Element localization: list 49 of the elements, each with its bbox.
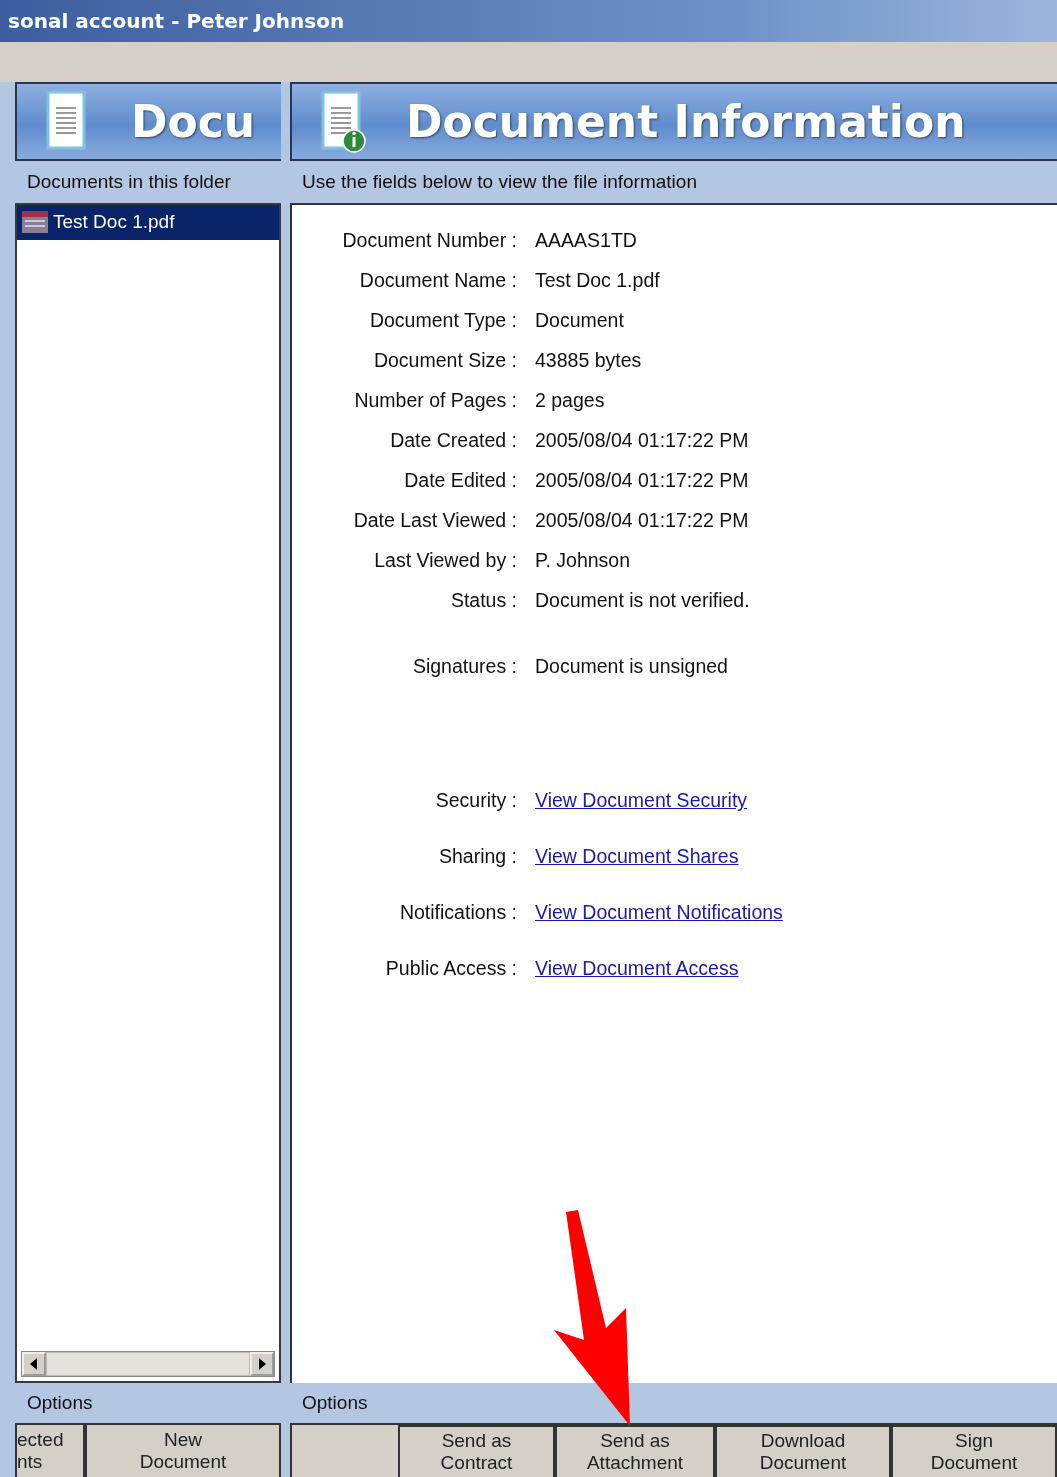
field-label: Security : xyxy=(434,788,517,814)
field-value: Document is not verified. xyxy=(535,589,750,612)
option-button[interactable]: New Document xyxy=(85,1423,281,1477)
option-button[interactable]: Download Document xyxy=(715,1425,891,1477)
field-label: Document Name : xyxy=(358,268,517,294)
option-button[interactable]: Sign Document xyxy=(891,1425,1057,1477)
document-info-icon xyxy=(320,90,366,153)
field-link[interactable]: View Document Notifications xyxy=(535,901,783,924)
field-label: Date Edited : xyxy=(403,468,517,494)
field-label: Signatures : xyxy=(411,654,517,680)
field-value: 43885 bytes xyxy=(535,349,642,372)
field-value: 2005/08/04 01:17:22 PM xyxy=(535,509,749,532)
panel-caption: Use the fields below to view the file information xyxy=(302,169,697,194)
field-label: Date Last Viewed : xyxy=(352,508,517,534)
field-label: Last Viewed by : xyxy=(373,548,517,574)
field-label: Date Created : xyxy=(389,428,517,454)
field-value: 2 pages xyxy=(535,389,605,412)
scroll-left-icon[interactable] xyxy=(29,1358,39,1370)
header-title: Docu xyxy=(131,94,256,149)
options-label: Options xyxy=(27,1390,93,1415)
file-icon xyxy=(21,210,49,235)
panel-caption: Documents in this folder xyxy=(27,169,231,194)
option-button[interactable]: Send as Contract xyxy=(398,1425,555,1477)
field-label: Notifications : xyxy=(398,900,517,926)
field-label: Document Size : xyxy=(372,348,517,374)
field-value: Test Doc 1.pdf xyxy=(535,269,660,292)
field-label: Status : xyxy=(449,588,517,614)
field-value: Document is unsigned xyxy=(535,655,728,678)
field-label: Public Access : xyxy=(384,956,517,982)
window-title: sonal account - Peter Johnson xyxy=(8,8,345,35)
field-value: Document xyxy=(535,309,624,332)
field-value: 2005/08/04 01:17:22 PM xyxy=(535,469,749,492)
field-value: P. Johnson xyxy=(535,549,631,572)
field-link[interactable]: View Document Shares xyxy=(535,845,739,868)
header-title: Document Information xyxy=(406,94,966,149)
horizontal-scrollbar[interactable] xyxy=(21,1351,275,1377)
scroll-right-icon[interactable] xyxy=(257,1358,267,1370)
option-button[interactable]: Send as Attachment xyxy=(555,1425,715,1477)
field-label: Document Number : xyxy=(341,228,517,254)
file-item[interactable]: Test Doc 1.pdf xyxy=(17,205,279,240)
option-button[interactable]: ected nts xyxy=(15,1423,85,1477)
field-label: Document Type : xyxy=(368,308,517,334)
options-label: Options xyxy=(302,1390,368,1415)
field-value: 2005/08/04 01:17:22 PM xyxy=(535,429,749,452)
field-label: Sharing : xyxy=(437,844,517,870)
field-label: Number of Pages : xyxy=(353,388,517,414)
field-link[interactable]: View Document Security xyxy=(535,789,748,812)
field-value: AAAAS1TD xyxy=(535,229,637,252)
field-link[interactable]: View Document Access xyxy=(535,957,739,980)
